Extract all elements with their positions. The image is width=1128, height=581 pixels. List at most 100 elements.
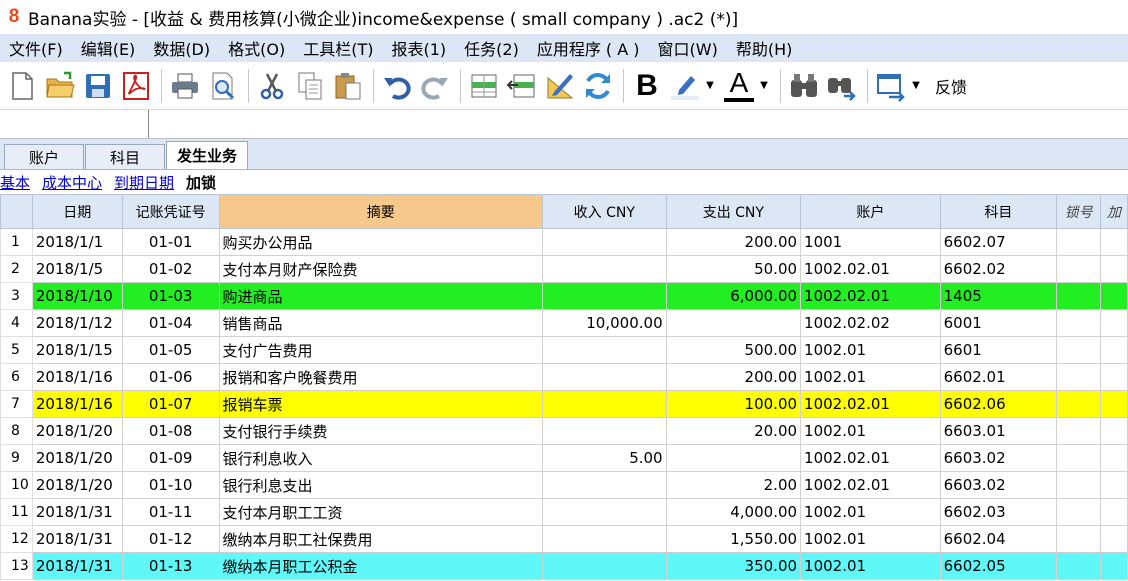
move-row-button[interactable] bbox=[504, 67, 540, 105]
header-account[interactable]: 账户 bbox=[800, 194, 941, 229]
header-voucher-no[interactable]: 记账凭证号 bbox=[121, 194, 220, 229]
new-file-button[interactable] bbox=[4, 67, 40, 105]
cell-lock-no[interactable] bbox=[1056, 498, 1102, 526]
cell-income[interactable] bbox=[541, 336, 667, 364]
cell-category[interactable]: 6601 bbox=[939, 336, 1058, 364]
cell-expense[interactable] bbox=[665, 444, 802, 472]
cell-lock-no[interactable] bbox=[1056, 552, 1102, 580]
cell-lock-no[interactable] bbox=[1056, 363, 1102, 391]
cell-expense[interactable]: 200.00 bbox=[665, 228, 802, 256]
cell-lock-no[interactable] bbox=[1056, 228, 1102, 256]
table-row[interactable]: 9 2018/1/20 01-09 银行利息收入 5.00 1002.02.01 6603.… bbox=[0, 444, 1128, 472]
cell-date[interactable]: 2018/1/12 bbox=[31, 309, 123, 337]
cell-income[interactable] bbox=[541, 552, 667, 580]
cell-expense[interactable]: 500.00 bbox=[665, 336, 802, 364]
cell-reference-box[interactable] bbox=[0, 110, 149, 138]
row-number[interactable]: 2 bbox=[0, 255, 33, 283]
header-category[interactable]: 科目 bbox=[939, 194, 1058, 229]
cell-extra[interactable] bbox=[1100, 417, 1128, 445]
cell-voucher-no[interactable]: 01-03 bbox=[121, 282, 220, 310]
cell-date[interactable]: 2018/1/20 bbox=[31, 417, 123, 445]
cell-category[interactable]: 6602.04 bbox=[939, 525, 1058, 553]
cell-account[interactable]: 1002.02.01 bbox=[800, 444, 941, 472]
cell-category[interactable]: 1405 bbox=[939, 282, 1058, 310]
table-row[interactable]: 8 2018/1/20 01-08 支付银行手续费 20.00 1002.01 6603.0… bbox=[0, 417, 1128, 445]
cell-description[interactable]: 购进商品 bbox=[218, 282, 543, 310]
row-number[interactable]: 11 bbox=[0, 498, 33, 526]
row-number[interactable]: 1 bbox=[0, 228, 33, 256]
cell-expense[interactable]: 100.00 bbox=[665, 390, 802, 418]
cell-voucher-no[interactable]: 01-02 bbox=[121, 255, 220, 283]
cell-voucher-no[interactable]: 01-08 bbox=[121, 417, 220, 445]
cell-extra[interactable] bbox=[1100, 282, 1128, 310]
cell-account[interactable]: 1002.02.02 bbox=[800, 309, 941, 337]
cell-account[interactable]: 1002.02.01 bbox=[800, 255, 941, 283]
cell-voucher-no[interactable]: 01-11 bbox=[121, 498, 220, 526]
cell-voucher-no[interactable]: 01-07 bbox=[121, 390, 220, 418]
highlight-color-button[interactable] bbox=[667, 67, 703, 105]
cell-category[interactable]: 6602.07 bbox=[939, 228, 1058, 256]
cell-category[interactable]: 6602.06 bbox=[939, 390, 1058, 418]
cell-lock-no[interactable] bbox=[1056, 525, 1102, 553]
cell-date[interactable]: 2018/1/15 bbox=[31, 336, 123, 364]
cell-lock-no[interactable] bbox=[1056, 282, 1102, 310]
cell-extra[interactable] bbox=[1100, 255, 1128, 283]
menu-apps[interactable]: 应用程序 ( A ) bbox=[528, 36, 649, 60]
cell-lock-no[interactable] bbox=[1056, 336, 1102, 364]
table-row[interactable]: 7 2018/1/16 01-07 报销车票 100.00 1002.02.01 6602.… bbox=[0, 390, 1128, 418]
row-number[interactable]: 10 bbox=[0, 471, 33, 499]
cell-extra[interactable] bbox=[1100, 363, 1128, 391]
cell-expense[interactable] bbox=[665, 309, 802, 337]
header-income[interactable]: 收入 CNY bbox=[541, 194, 667, 229]
cell-description[interactable]: 缴纳本月职工社保费用 bbox=[218, 525, 543, 553]
cell-voucher-no[interactable]: 01-10 bbox=[121, 471, 220, 499]
header-expense[interactable]: 支出 CNY bbox=[665, 194, 802, 229]
cell-extra[interactable] bbox=[1100, 498, 1128, 526]
cell-income[interactable] bbox=[541, 228, 667, 256]
cell-date[interactable]: 2018/1/20 bbox=[31, 444, 123, 472]
cell-extra[interactable] bbox=[1100, 471, 1128, 499]
font-color-dropdown[interactable]: ▼ bbox=[759, 80, 769, 91]
cell-extra[interactable] bbox=[1100, 309, 1128, 337]
cell-voucher-no[interactable]: 01-13 bbox=[121, 552, 220, 580]
cell-voucher-no[interactable]: 01-05 bbox=[121, 336, 220, 364]
cell-date[interactable]: 2018/1/1 bbox=[31, 228, 123, 256]
menu-data[interactable]: 数据(D) bbox=[144, 36, 219, 60]
menu-reports[interactable]: 报表(1) bbox=[382, 36, 455, 60]
highlight-color-dropdown[interactable]: ▼ bbox=[705, 80, 715, 91]
table-row[interactable]: 10 2018/1/20 01-10 银行利息支出 2.00 1002.02.01 6603… bbox=[0, 471, 1128, 499]
edit-row-button[interactable] bbox=[542, 67, 578, 105]
export-pdf-button[interactable] bbox=[118, 67, 154, 105]
cell-content-input[interactable] bbox=[149, 110, 1128, 138]
cell-voucher-no[interactable]: 01-09 bbox=[121, 444, 220, 472]
cell-account[interactable]: 1002.01 bbox=[800, 336, 941, 364]
print-button[interactable] bbox=[167, 67, 203, 105]
cell-income[interactable] bbox=[541, 282, 667, 310]
cell-lock-no[interactable] bbox=[1056, 255, 1102, 283]
cell-category[interactable]: 6602.01 bbox=[939, 363, 1058, 391]
menu-edit[interactable]: 编辑(E) bbox=[72, 36, 145, 60]
menu-tools[interactable]: 工具栏(T) bbox=[294, 36, 382, 60]
header-description[interactable]: 摘要 bbox=[218, 194, 543, 229]
row-number[interactable]: 3 bbox=[0, 282, 33, 310]
cell-extra[interactable] bbox=[1100, 336, 1128, 364]
tab-accounts[interactable]: 账户 bbox=[4, 144, 85, 169]
table-row[interactable]: 6 2018/1/16 01-06 报销和客户晚餐费用 200.00 1002.01 660… bbox=[0, 363, 1128, 391]
row-number[interactable]: 13 bbox=[0, 552, 33, 580]
cell-account[interactable]: 1002.02.01 bbox=[800, 390, 941, 418]
undo-button[interactable] bbox=[379, 67, 415, 105]
row-number[interactable]: 6 bbox=[0, 363, 33, 391]
row-number[interactable]: 4 bbox=[0, 309, 33, 337]
corner-header[interactable] bbox=[0, 194, 33, 229]
cell-date[interactable]: 2018/1/31 bbox=[31, 498, 123, 526]
cell-account[interactable]: 1002.02.01 bbox=[800, 471, 941, 499]
cell-income[interactable]: 5.00 bbox=[541, 444, 667, 472]
cell-date[interactable]: 2018/1/31 bbox=[31, 525, 123, 553]
cell-extra[interactable] bbox=[1100, 390, 1128, 418]
cell-description[interactable]: 支付广告费用 bbox=[218, 336, 543, 364]
cell-voucher-no[interactable]: 01-01 bbox=[121, 228, 220, 256]
open-file-button[interactable] bbox=[42, 67, 78, 105]
row-number[interactable]: 7 bbox=[0, 390, 33, 418]
header-extra[interactable]: 加 bbox=[1100, 194, 1128, 229]
table-row[interactable]: 11 2018/1/31 01-11 支付本月职工工资 4,000.00 1002.01 6… bbox=[0, 498, 1128, 526]
